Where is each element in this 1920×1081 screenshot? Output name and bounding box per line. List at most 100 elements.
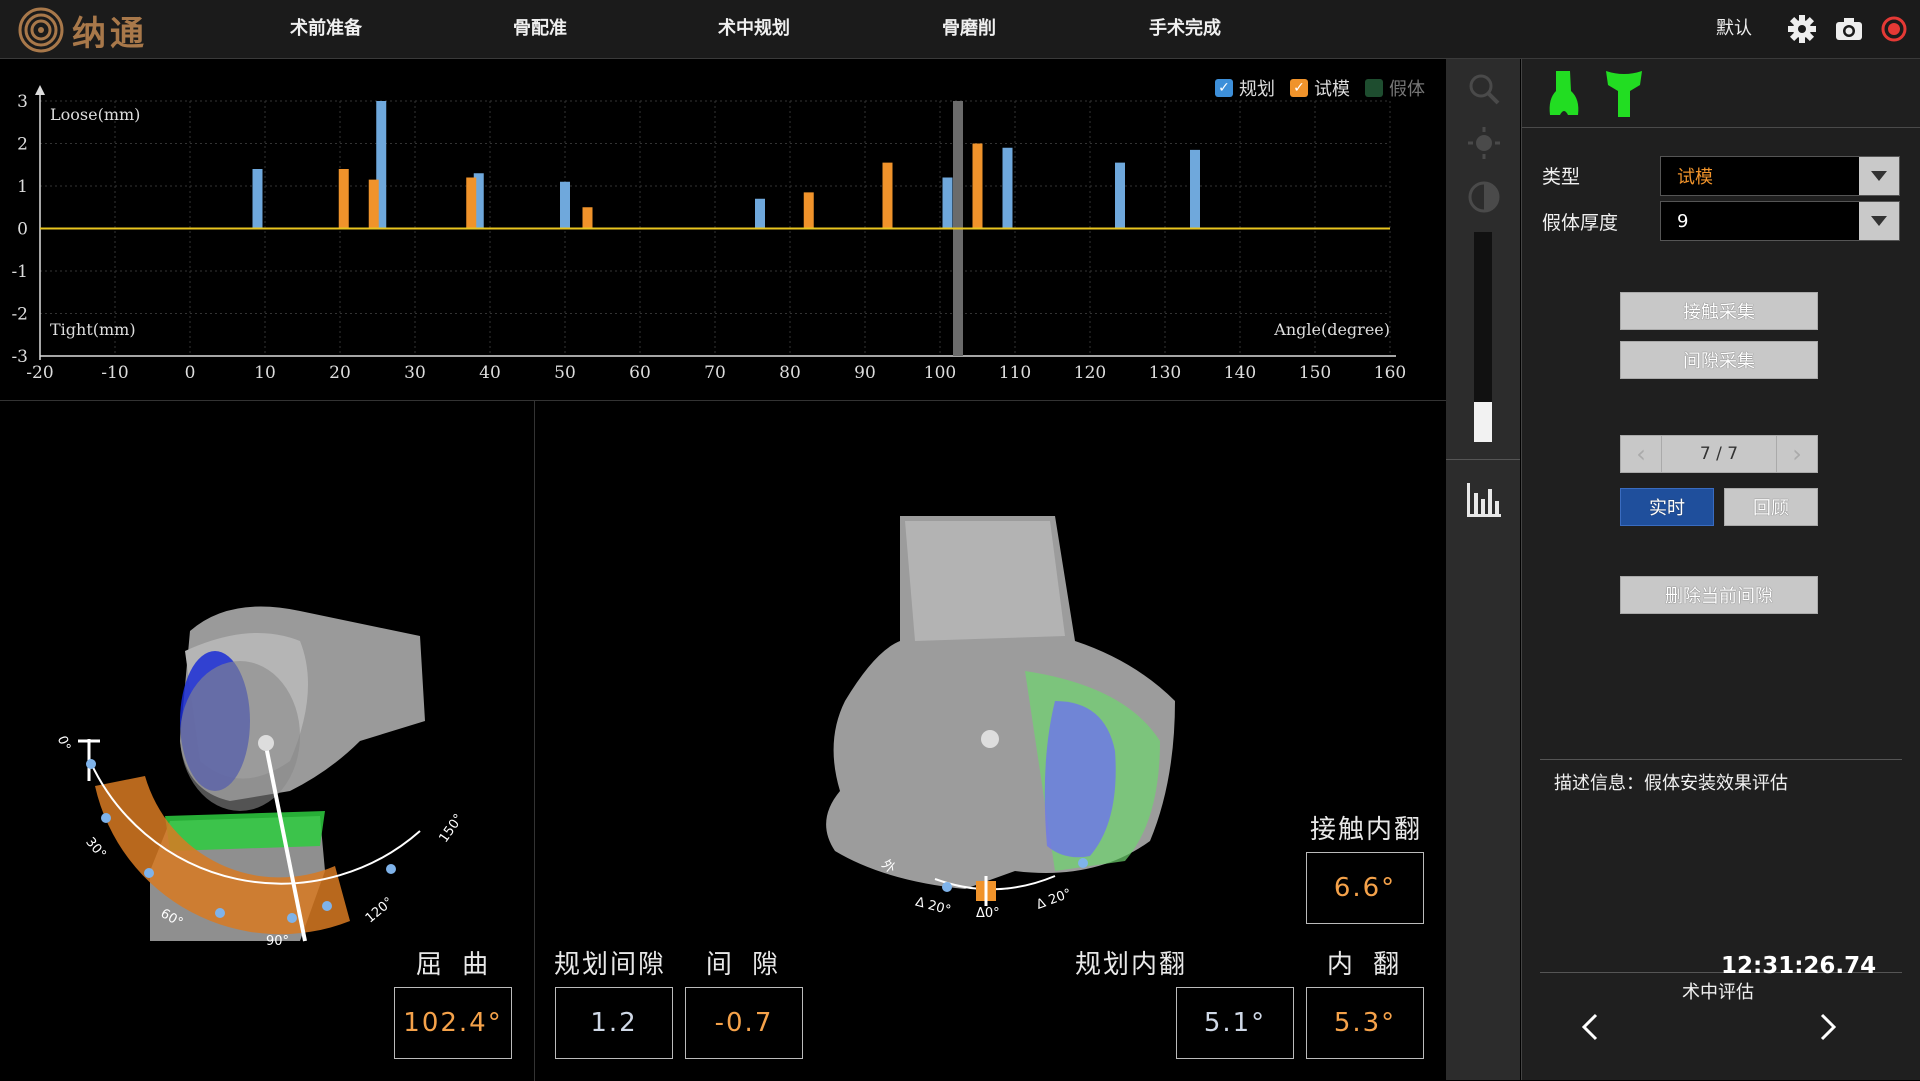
y-tick-label: -2 xyxy=(11,305,28,325)
gap-collect-button[interactable]: 间隙采集 xyxy=(1620,341,1818,379)
trial-bar xyxy=(972,143,983,229)
panel-divider xyxy=(1522,127,1920,128)
realtime-button[interactable]: 实时 xyxy=(1620,488,1714,526)
y-tick-label: 2 xyxy=(17,135,28,155)
contact-collect-button[interactable]: 接触采集 xyxy=(1620,292,1818,330)
x-tick-label: 160 xyxy=(1374,363,1406,383)
y-tick-label: 0 xyxy=(17,220,28,240)
x-tick-label: 90 xyxy=(854,363,876,383)
legend-trial[interactable]: ✓ 试模 xyxy=(1290,76,1350,100)
x-tick-label: 50 xyxy=(554,363,576,383)
type-label: 类型 xyxy=(1542,166,1581,188)
plan-bar xyxy=(252,169,263,229)
x-tick-label: 60 xyxy=(629,363,651,383)
x-tick-label: 80 xyxy=(779,363,801,383)
contact-varus-value: 6.6° xyxy=(1306,852,1424,924)
review-button[interactable]: 回顾 xyxy=(1724,488,1818,526)
knee-side-model[interactable] xyxy=(0,401,534,961)
x-axis-label: Angle(degree) xyxy=(1273,320,1390,339)
brightness-slider[interactable] xyxy=(1474,232,1492,442)
top-bar: 纳通 术前准备 骨配准 术中规划 骨磨削 手术完成 默认 xyxy=(0,0,1920,59)
legend-prosthesis[interactable]: 假体 xyxy=(1365,76,1425,100)
y-axis-arrow xyxy=(35,85,45,95)
nav-intraop-planning[interactable]: 术中规划 xyxy=(718,0,790,58)
thickness-select[interactable]: 9 xyxy=(1660,201,1900,241)
planned-varus-value: 5.1° xyxy=(1176,987,1294,1059)
bar-chart-icon[interactable] xyxy=(1464,479,1504,519)
checkbox-checked-icon[interactable]: ✓ xyxy=(1290,79,1308,97)
dial-label-90: 90° xyxy=(266,934,290,949)
zoom-icon[interactable] xyxy=(1466,71,1502,107)
legend-trial-label: 试模 xyxy=(1314,79,1350,100)
brand-name: 纳通 xyxy=(72,13,148,54)
x-tick-label: 20 xyxy=(329,363,351,383)
legend-plan[interactable]: ✓ 规划 xyxy=(1215,76,1275,100)
delete-gap-button[interactable]: 删除当前间隙 xyxy=(1620,576,1818,614)
chevron-left-icon[interactable] xyxy=(1580,1013,1600,1041)
slider-handle[interactable] xyxy=(1474,402,1492,442)
desc-divider xyxy=(1540,759,1902,760)
x-tick-label: 120 xyxy=(1074,363,1106,383)
toolbar-divider xyxy=(1446,459,1520,460)
planned-gap-label: 规划间隙 xyxy=(553,950,666,980)
clock: 12:31:26.74 xyxy=(1721,953,1877,979)
arc-label-zero: Δ0° xyxy=(976,906,1000,921)
legend-prosthesis-label: 假体 xyxy=(1389,79,1425,100)
trial-bar xyxy=(466,177,477,229)
contrast-icon[interactable] xyxy=(1466,179,1502,215)
x-tick-label: 40 xyxy=(479,363,501,383)
chevron-down-icon[interactable] xyxy=(1859,157,1899,195)
tibia-icon[interactable] xyxy=(1604,69,1644,119)
gap-chart-panel: -20 -10 0 10 20 30 40 50 60 70 80 90 100 110 120 130 140… xyxy=(0,59,1446,399)
trial-bar xyxy=(582,207,593,229)
checkbox-checked-icon[interactable]: ✓ xyxy=(1215,79,1233,97)
spiral-logo-icon xyxy=(18,7,64,53)
pager-text: 7 / 7 xyxy=(1699,444,1739,464)
trial-bar xyxy=(338,169,349,229)
contact-varus-label: 接触内翻 xyxy=(1309,815,1422,845)
plan-bar xyxy=(1190,149,1200,229)
nav-surgery-complete[interactable]: 手术完成 xyxy=(1149,0,1221,58)
frontal-view[interactable]: 外 Δ 20° Δ0° Δ 20° 规划间隙 1.2 间 隙 -0.7 规划内翻… xyxy=(535,400,1446,1081)
plan-bar xyxy=(560,181,570,229)
flexion-value: 102.4° xyxy=(394,987,512,1059)
varus-label: 内 翻 xyxy=(1326,950,1406,980)
plan-bar xyxy=(942,177,953,229)
flexion-view[interactable]: 0° 30° 60° 90° 120° 150° 屈 曲 102.4° xyxy=(0,400,535,1081)
chevron-down-icon[interactable] xyxy=(1859,202,1899,240)
type-select-value: 试模 xyxy=(1677,167,1713,188)
plan-bar xyxy=(1002,147,1013,229)
chevron-left-icon[interactable]: ‹ xyxy=(1621,436,1662,472)
type-select[interactable]: 试模 xyxy=(1660,156,1900,196)
x-tick-label: 140 xyxy=(1224,363,1256,383)
brightness-icon[interactable] xyxy=(1466,125,1502,161)
gap-value: -0.7 xyxy=(685,987,803,1059)
legend-plan-label: 规划 xyxy=(1239,79,1275,100)
nav-preop[interactable]: 术前准备 xyxy=(290,0,362,58)
checkbox-unchecked-icon[interactable] xyxy=(1365,79,1383,97)
x-tick-label: 70 xyxy=(704,363,726,383)
x-tick-label: 110 xyxy=(999,363,1031,383)
gap-chart: -20 -10 0 10 20 30 40 50 60 70 80 90 100 110 120 130 140… xyxy=(11,85,1406,383)
chevron-right-icon[interactable] xyxy=(1818,1013,1838,1041)
x-tick-label: 130 xyxy=(1149,363,1181,383)
loose-label: Loose(mm) xyxy=(50,105,140,124)
thickness-label: 假体厚度 xyxy=(1542,212,1619,234)
nav-bone-milling[interactable]: 骨磨削 xyxy=(942,0,996,58)
trial-bar xyxy=(803,192,814,229)
x-tick-label: 10 xyxy=(254,363,276,383)
y-tick-label: -1 xyxy=(11,262,28,282)
x-tick-label: 100 xyxy=(924,363,956,383)
right-panel: 类型 试模 假体厚度 9 接触采集 间隙采集 ‹ 7 / 7 › 实时 回顾 删… xyxy=(1521,59,1920,1080)
footer-title: 术中评估 xyxy=(1682,982,1754,1003)
view-toolbar xyxy=(1446,59,1520,1080)
record-icon[interactable] xyxy=(1878,13,1910,45)
gear-icon[interactable] xyxy=(1786,13,1818,45)
app-logo: 纳通 xyxy=(18,6,183,54)
user-name[interactable]: 默认 xyxy=(1716,0,1760,58)
chevron-right-icon[interactable]: › xyxy=(1776,436,1817,472)
trial-bar xyxy=(368,179,379,229)
camera-icon[interactable] xyxy=(1833,13,1865,45)
femur-icon[interactable] xyxy=(1544,69,1584,119)
nav-registration[interactable]: 骨配准 xyxy=(513,0,567,58)
